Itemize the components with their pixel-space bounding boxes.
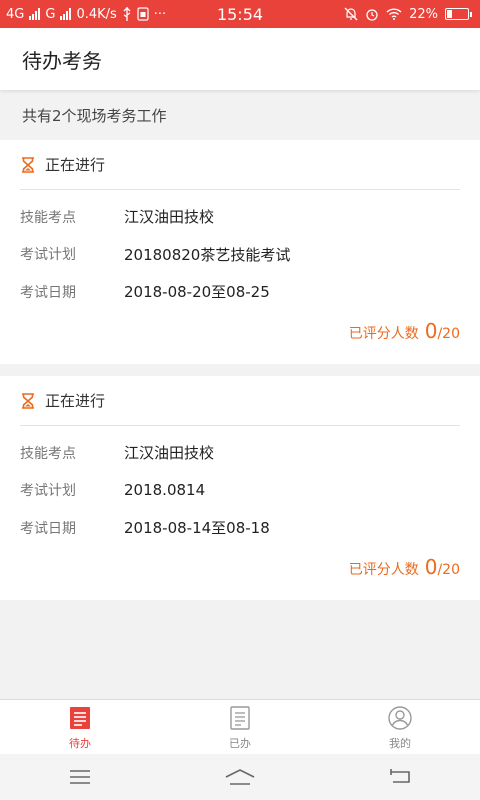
tab-done[interactable]: 已办 [160, 700, 320, 754]
site-label: 技能考点 [20, 209, 76, 226]
scored-count: 已评分人数 0 /20 [20, 319, 460, 343]
menu-button[interactable] [55, 762, 105, 792]
network-type-2: G [45, 6, 56, 22]
scored-count: 已评分人数 0 /20 [20, 555, 460, 579]
date-row: 考试日期 2018-08-20至08-25 [20, 273, 460, 311]
tab-profile-label: 我的 [389, 737, 411, 750]
date-value: 2018-08-20至08-25 [124, 283, 270, 302]
scored-label: 已评分人数 [348, 561, 419, 578]
task-card-header: 正在进行 [20, 376, 460, 426]
sim-icon [137, 7, 149, 21]
task-status: 正在进行 [45, 392, 106, 410]
page-title: 待办考务 [22, 48, 102, 73]
plan-row: 考试计划 2018.0814 [20, 472, 460, 510]
plan-value: 2018.0814 [124, 481, 206, 500]
task-details: 技能考点 江汉油田技校 考试计划 20180820茶艺技能考试 考试日期 201… [20, 190, 460, 311]
task-card[interactable]: 正在进行 技能考点 江汉油田技校 考试计划 20180820茶艺技能考试 考试日… [0, 140, 480, 364]
task-card[interactable]: 正在进行 技能考点 江汉油田技校 考试计划 2018.0814 考试日期 201… [0, 376, 480, 600]
site-value: 江汉油田技校 [124, 444, 215, 463]
scored-total: /20 [437, 561, 460, 578]
signal-icon-2 [60, 8, 72, 20]
bottom-tab-bar: 待办 已办 我的 [0, 699, 480, 754]
hourglass-icon [22, 392, 34, 409]
site-label: 技能考点 [20, 445, 76, 462]
tab-done-label: 已办 [229, 737, 251, 750]
usb-icon [122, 7, 132, 21]
tab-todo[interactable]: 待办 [0, 700, 160, 754]
site-value: 江汉油田技校 [124, 208, 215, 227]
more-dots: ··· [153, 6, 167, 22]
network-type-1: 4G [6, 6, 25, 22]
back-icon [390, 769, 410, 783]
home-icon [225, 769, 255, 785]
plan-value: 20180820茶艺技能考试 [124, 245, 291, 264]
todo-list-icon [70, 707, 90, 729]
scored-number: 0 [424, 318, 438, 343]
status-left: 4G G 0.4K/s ··· [6, 7, 166, 22]
wifi-icon [386, 8, 402, 20]
home-button[interactable] [215, 762, 265, 792]
date-label: 考试日期 [20, 520, 76, 537]
tab-todo-label: 待办 [69, 737, 91, 750]
menu-icon [70, 770, 90, 784]
signal-icon [29, 8, 41, 20]
scored-label: 已评分人数 [348, 325, 419, 342]
status-right: 22% [344, 7, 472, 22]
scored-total: /20 [437, 325, 460, 342]
plan-label: 考试计划 [20, 247, 76, 264]
mute-icon [344, 7, 358, 21]
task-details: 技能考点 江汉油田技校 考试计划 2018.0814 考试日期 2018-08-… [20, 426, 460, 547]
date-label: 考试日期 [20, 284, 76, 301]
task-status: 正在进行 [45, 156, 106, 174]
system-nav-bar [0, 754, 480, 800]
task-card-header: 正在进行 [20, 140, 460, 190]
battery-percent: 22% [409, 6, 438, 22]
scored-number: 0 [424, 554, 438, 579]
back-button[interactable] [375, 762, 425, 792]
profile-icon [388, 706, 412, 730]
task-summary: 共有2个现场考务工作 [22, 106, 167, 125]
status-bar: 4G G 0.4K/s ··· 15:54 22% [0, 0, 480, 28]
site-row: 技能考点 江汉油田技校 [20, 198, 460, 236]
plan-label: 考试计划 [20, 483, 76, 500]
app-header: 待办考务 [0, 28, 480, 90]
date-value: 2018-08-14至08-18 [124, 519, 270, 538]
hourglass-icon [22, 156, 34, 173]
site-row: 技能考点 江汉油田技校 [20, 434, 460, 472]
alarm-icon [365, 7, 379, 21]
battery-icon [445, 8, 472, 20]
tab-profile[interactable]: 我的 [320, 700, 480, 754]
plan-row: 考试计划 20180820茶艺技能考试 [20, 236, 460, 274]
done-document-icon [230, 706, 250, 730]
network-speed: 0.4K/s [76, 6, 117, 22]
date-row: 考试日期 2018-08-14至08-18 [20, 509, 460, 547]
